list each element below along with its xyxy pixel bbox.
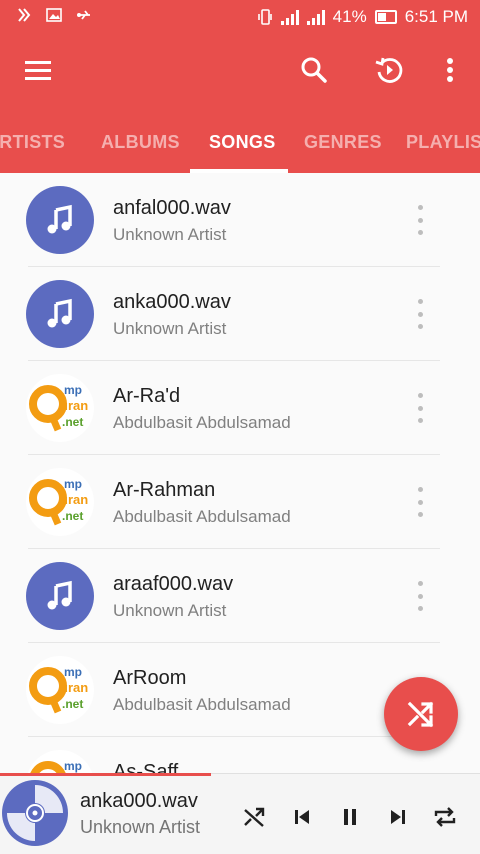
more-vert-icon[interactable]	[410, 581, 430, 611]
song-artist: Abdulbasit Abdulsamad	[113, 507, 291, 526]
menu-button[interactable]	[18, 50, 58, 90]
svg-text:mp: mp	[64, 759, 82, 773]
toolbar	[0, 40, 480, 100]
tab-songs[interactable]: SONGS	[209, 132, 276, 153]
repeat-button[interactable]	[431, 803, 459, 831]
more-vert-icon	[447, 58, 453, 82]
tab-bar: ARTISTS ALBUMS SONGS GENRES PLAYLISTS	[0, 112, 480, 173]
now-playing-artist: Unknown Artist	[80, 817, 201, 837]
song-title: ArRoom	[113, 667, 187, 689]
mini-player[interactable]: anka000.wav Unknown Artist	[0, 773, 480, 854]
more-vert-icon[interactable]	[410, 205, 430, 235]
svg-text:mp: mp	[64, 383, 82, 397]
notification-icon	[18, 8, 31, 22]
song-title: anka000.wav	[113, 291, 231, 313]
more-vert-icon[interactable]	[410, 487, 430, 517]
shuffle-all-button[interactable]	[384, 677, 458, 751]
list-item[interactable]: anka000.wav Unknown Artist	[0, 267, 480, 361]
list-item[interactable]: mp uran .net Ar-Rahman Abdulbasit Abduls…	[0, 455, 480, 549]
song-title: Ar-Ra'd	[113, 385, 181, 407]
shuffle-icon	[244, 807, 265, 827]
pause-icon	[344, 809, 356, 825]
repeat-icon	[434, 807, 456, 827]
song-artist: Unknown Artist	[113, 319, 227, 338]
search-button[interactable]	[294, 50, 334, 90]
svg-text:.net: .net	[62, 509, 83, 523]
skip-next-icon	[391, 810, 405, 824]
mp3quran-logo: mp uran .net	[26, 374, 94, 442]
app-bar: 41% 6:51 PM ARTISTS ALBUMS SONGS GENRES …	[0, 0, 480, 173]
svg-text:.net: .net	[62, 697, 83, 711]
song-title: araaf000.wav	[113, 573, 234, 595]
image-icon	[46, 8, 62, 22]
song-title: anfal000.wav	[113, 197, 231, 219]
now-playing-title: anka000.wav	[80, 790, 198, 812]
vibrate-icon	[257, 9, 272, 25]
shuffle-icon	[407, 701, 434, 728]
history-button[interactable]	[369, 50, 409, 90]
mp3quran-logo: mp	[26, 750, 94, 773]
tab-playlists[interactable]: PLAYLISTS	[406, 132, 480, 153]
more-vert-icon[interactable]	[410, 393, 430, 423]
tab-genres[interactable]: GENRES	[304, 132, 382, 153]
usb-icon	[77, 10, 90, 20]
svg-text:uran: uran	[60, 492, 88, 507]
mp3quran-logo: mp uran .net	[26, 656, 94, 724]
skip-previous-icon	[295, 810, 309, 824]
list-item[interactable]: mp uran .net Ar-Ra'd Abdulbasit Abdulsam…	[0, 361, 480, 455]
search-icon	[301, 57, 327, 83]
music-note-icon	[26, 562, 94, 630]
battery-charging-icon	[374, 10, 397, 24]
list-item[interactable]: araaf000.wav Unknown Artist	[0, 549, 480, 643]
previous-button[interactable]	[288, 803, 316, 831]
tab-albums[interactable]: ALBUMS	[101, 132, 180, 153]
list-item[interactable]: anfal000.wav Unknown Artist	[0, 173, 480, 267]
svg-text:uran: uran	[60, 398, 88, 413]
music-note-icon	[26, 186, 94, 254]
song-artist: Abdulbasit Abdulsamad	[113, 413, 291, 432]
mp3quran-logo: mp uran .net	[26, 468, 94, 536]
signal-icon	[306, 9, 325, 25]
song-artist: Unknown Artist	[113, 601, 227, 620]
song-artist: Unknown Artist	[113, 225, 227, 244]
music-note-icon	[26, 280, 94, 348]
more-vert-icon[interactable]	[410, 299, 430, 329]
status-time: 6:51 PM	[404, 7, 468, 26]
tab-artists[interactable]: ARTISTS	[0, 132, 65, 153]
song-artist: Abdulbasit Abdulsamad	[113, 695, 291, 714]
album-art-disc	[2, 780, 68, 846]
svg-text:uran: uran	[60, 680, 88, 695]
status-bar: 41% 6:51 PM	[0, 0, 480, 36]
menu-icon	[25, 61, 51, 80]
battery-percent: 41%	[332, 7, 367, 26]
signal-icon	[280, 9, 299, 25]
pause-button[interactable]	[336, 803, 364, 831]
song-title: As-Saff	[113, 761, 179, 773]
svg-text:mp: mp	[64, 477, 82, 491]
overflow-menu-button[interactable]	[430, 50, 470, 90]
next-button[interactable]	[384, 803, 412, 831]
history-icon	[375, 57, 403, 83]
svg-text:mp: mp	[64, 665, 82, 679]
progress-bar[interactable]	[0, 773, 212, 776]
svg-text:.net: .net	[62, 415, 83, 429]
shuffle-button[interactable]	[240, 803, 268, 831]
song-title: Ar-Rahman	[113, 479, 216, 501]
